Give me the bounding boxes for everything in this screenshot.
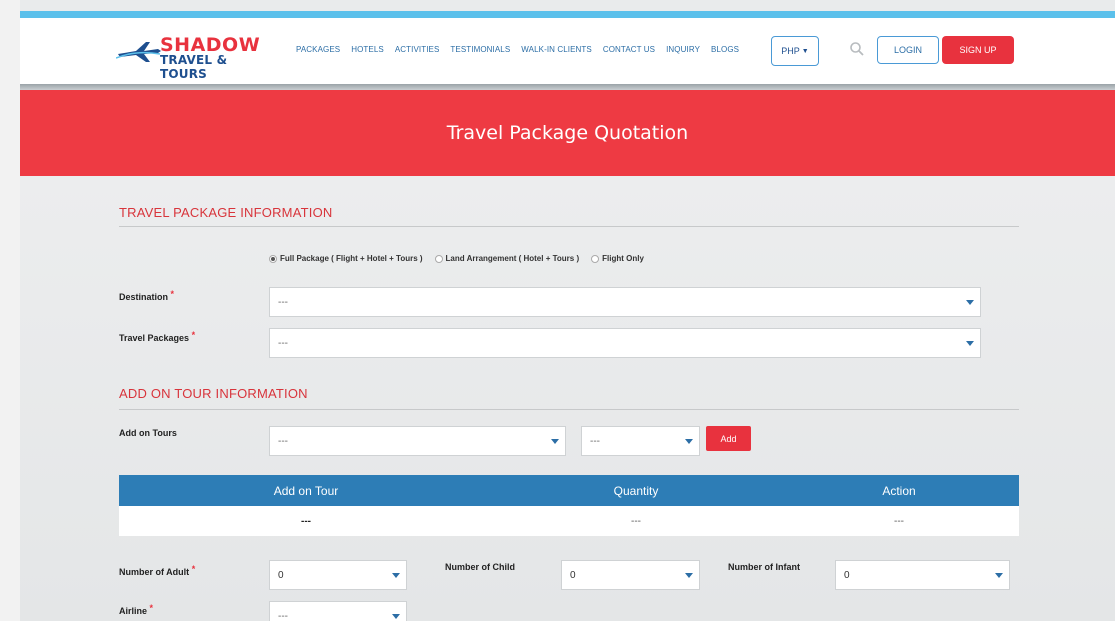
- radio-land-arrangement[interactable]: [434, 254, 443, 263]
- quotation-form: TRAVEL PACKAGE INFORMATION Full Package …: [20, 176, 1115, 621]
- caret-down-icon: [995, 573, 1003, 578]
- nav-activities[interactable]: ACTIVITIES: [395, 45, 440, 54]
- caret-down-icon: [685, 573, 693, 578]
- signup-button[interactable]: SIGN UP: [942, 36, 1014, 64]
- radio-full-package[interactable]: [269, 254, 277, 263]
- top-stripe: [20, 11, 1115, 18]
- airline-label: Airline *: [119, 603, 154, 616]
- site-header: SHADOW TRAVEL & TOURS PACKAGES HOTELS AC…: [20, 18, 1115, 84]
- option-flight-only[interactable]: Flight Only: [591, 254, 644, 263]
- destination-value: ---: [278, 296, 288, 308]
- main-nav: PACKAGES HOTELS ACTIVITIES TESTIMONIALS …: [296, 45, 750, 54]
- caret-down-icon: [966, 341, 974, 346]
- required-marker: *: [191, 564, 196, 574]
- travel-packages-select[interactable]: ---: [269, 328, 981, 358]
- add-on-tours-label: Add on Tours: [119, 428, 177, 438]
- brand-tagline: TRAVEL & TOURS: [160, 53, 228, 81]
- child-count-value: 0: [570, 569, 576, 581]
- page-banner: Travel Package Quotation: [20, 90, 1115, 176]
- destination-label-text: Destination: [119, 292, 169, 302]
- cell-add-on-tour: ---: [301, 515, 311, 527]
- child-count-select[interactable]: 0: [561, 560, 700, 590]
- caret-down-icon: [551, 439, 559, 444]
- login-button[interactable]: LOGIN: [877, 36, 939, 64]
- destination-select[interactable]: ---: [269, 287, 981, 317]
- currency-dropdown[interactable]: PHP ▼: [771, 36, 819, 66]
- caret-down-icon: ▼: [801, 47, 809, 55]
- page-title: Travel Package Quotation: [446, 122, 689, 144]
- currency-label: PHP: [781, 46, 800, 56]
- add-tour-button[interactable]: Add: [706, 426, 751, 451]
- add-on-tour-select[interactable]: ---: [269, 426, 566, 456]
- airline-select[interactable]: ---: [269, 601, 407, 621]
- search-icon[interactable]: [849, 41, 865, 57]
- page: SHADOW TRAVEL & TOURS PACKAGES HOTELS AC…: [20, 0, 1115, 621]
- adult-label-text: Number of Adult: [119, 567, 190, 577]
- section-title-addon-info: ADD ON TOUR INFORMATION: [119, 386, 308, 401]
- caret-down-icon: [392, 573, 400, 578]
- adult-count-value: 0: [278, 569, 284, 581]
- nav-inquiry[interactable]: INQUIRY: [666, 45, 700, 54]
- required-marker: *: [170, 289, 175, 299]
- option-full-package[interactable]: Full Package ( Flight + Hotel + Tours ): [269, 254, 423, 263]
- adult-label: Number of Adult *: [119, 564, 196, 577]
- airplane-icon: [116, 42, 161, 62]
- child-label: Number of Child: [445, 562, 515, 572]
- option-full-package-label: Full Package ( Flight + Hotel + Tours ): [280, 254, 423, 263]
- adult-count-select[interactable]: 0: [269, 560, 407, 590]
- logo[interactable]: SHADOW TRAVEL & TOURS: [116, 34, 266, 81]
- airline-value: ---: [278, 610, 288, 621]
- radio-flight-only[interactable]: [591, 254, 600, 263]
- add-on-quantity-value: ---: [590, 435, 600, 447]
- section-divider: [119, 226, 1019, 227]
- travel-packages-value: ---: [278, 337, 288, 349]
- option-land-arrangement-label: Land Arrangement ( Hotel + Tours ): [445, 254, 580, 263]
- cell-action: ---: [894, 515, 904, 527]
- nav-testimonials[interactable]: TESTIMONIALS: [450, 45, 510, 54]
- nav-packages[interactable]: PACKAGES: [296, 45, 340, 54]
- column-header-add-on-tour: Add on Tour: [273, 483, 339, 498]
- package-type-options: Full Package ( Flight + Hotel + Tours ) …: [269, 254, 656, 263]
- column-header-action: Action: [882, 483, 916, 498]
- addon-table-header: Add on Tour Quantity Action: [119, 475, 1019, 506]
- caret-down-icon: [966, 300, 974, 305]
- nav-blogs[interactable]: BLOGS: [711, 45, 739, 54]
- airline-label-text: Airline: [119, 606, 148, 616]
- nav-hotels[interactable]: HOTELS: [351, 45, 384, 54]
- add-on-tour-value: ---: [278, 435, 288, 447]
- infant-count-select[interactable]: 0: [835, 560, 1010, 590]
- caret-down-icon: [392, 614, 400, 619]
- travel-packages-label: Travel Packages *: [119, 330, 196, 343]
- add-on-quantity-select[interactable]: ---: [581, 426, 700, 456]
- option-flight-only-label: Flight Only: [602, 254, 644, 263]
- section-title-package-info: TRAVEL PACKAGE INFORMATION: [119, 205, 333, 220]
- cell-quantity: ---: [631, 515, 641, 527]
- option-land-arrangement[interactable]: Land Arrangement ( Hotel + Tours ): [434, 254, 580, 263]
- required-marker: *: [149, 603, 154, 613]
- nav-contact-us[interactable]: CONTACT US: [603, 45, 655, 54]
- nav-walk-in-clients[interactable]: WALK-IN CLIENTS: [521, 45, 592, 54]
- column-header-quantity: Quantity: [613, 483, 659, 498]
- infant-count-value: 0: [844, 569, 850, 581]
- infant-label: Number of Infant: [728, 562, 800, 572]
- table-row: --- --- ---: [119, 506, 1019, 536]
- section-divider: [119, 409, 1019, 410]
- caret-down-icon: [685, 439, 693, 444]
- destination-label: Destination *: [119, 289, 175, 302]
- travel-packages-label-text: Travel Packages: [119, 333, 190, 343]
- required-marker: *: [191, 330, 196, 340]
